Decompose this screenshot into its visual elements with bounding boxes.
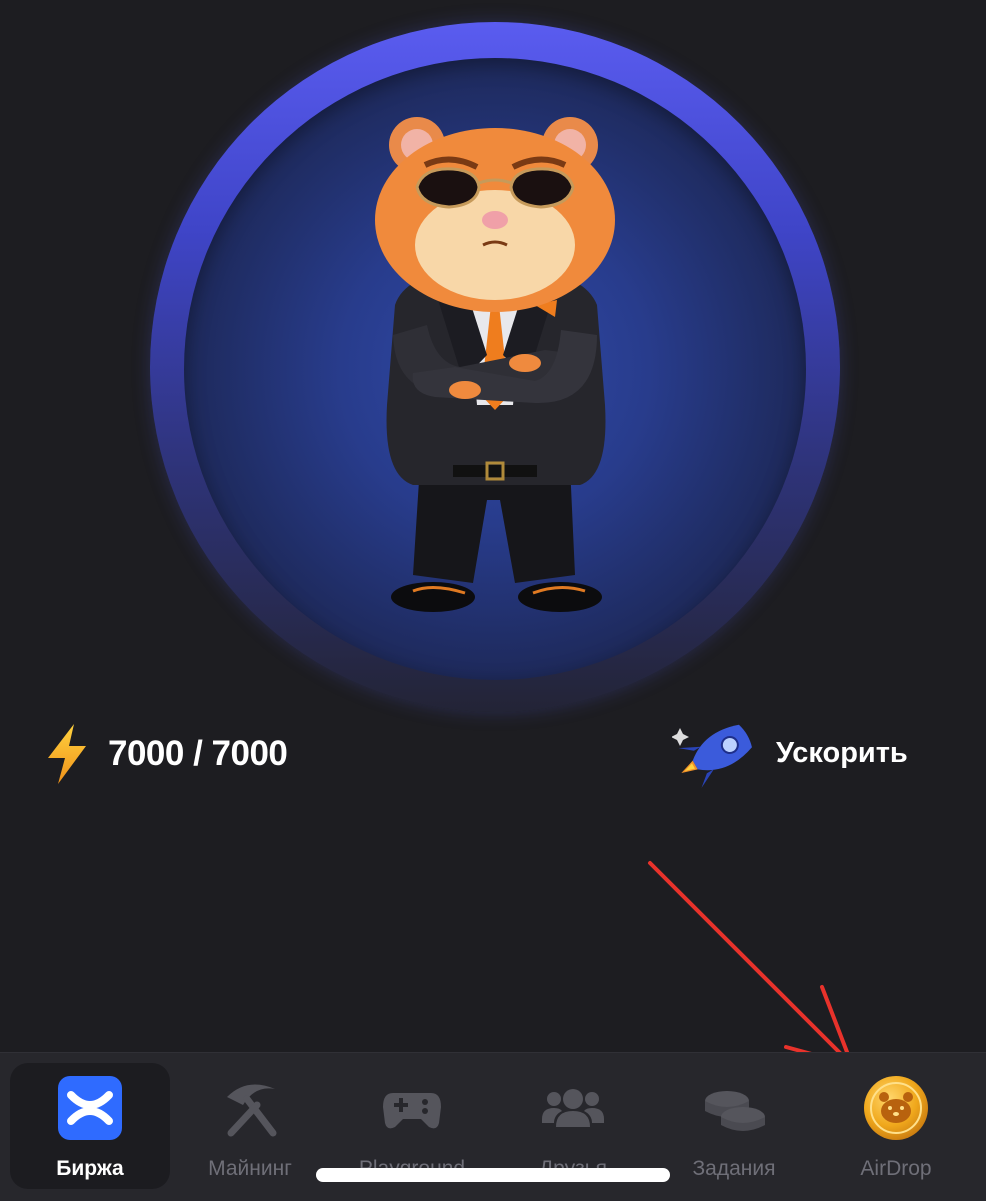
hamster-coin-icon — [863, 1075, 929, 1141]
lightning-bolt-icon — [48, 724, 86, 784]
hamster-character-image[interactable] — [365, 105, 625, 625]
coins-icon — [701, 1075, 767, 1141]
nav-item-airdrop[interactable]: AirDrop — [816, 1063, 976, 1189]
boost-button[interactable]: Ускорить — [672, 718, 908, 788]
nav-label-exchange: Биржа — [56, 1157, 124, 1180]
boost-label: Ускорить — [776, 736, 908, 769]
nav-item-exchange[interactable]: Биржа — [10, 1063, 170, 1189]
rocket-icon — [672, 724, 752, 788]
energy-counter: 7000 / 7000 — [44, 722, 288, 786]
nav-item-tasks[interactable]: Задания — [654, 1063, 814, 1189]
gamepad-icon — [379, 1075, 445, 1141]
annotation-arrow — [648, 861, 854, 1067]
game-screen: 7000 / 7000 Ускорить Биржа Майнинг Задан… — [0, 0, 986, 1201]
nav-label-airdrop: AirDrop — [860, 1157, 932, 1180]
nav-label-tasks: Задания — [692, 1157, 776, 1180]
home-indicator — [316, 1168, 670, 1182]
exchange-x-icon — [57, 1075, 123, 1141]
nav-item-mining[interactable]: Майнинг — [170, 1063, 330, 1189]
energy-value: 7000 / 7000 — [108, 734, 288, 773]
pickaxe-icon — [217, 1075, 283, 1141]
nav-label-mining: Майнинг — [208, 1157, 292, 1180]
friends-icon — [540, 1075, 606, 1141]
